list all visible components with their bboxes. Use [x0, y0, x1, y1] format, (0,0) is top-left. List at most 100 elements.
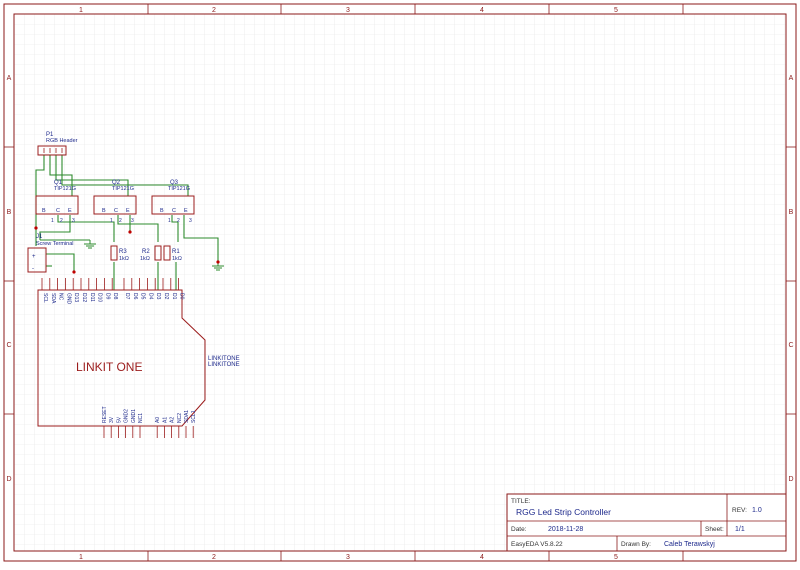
u1-top-pin-label: D6: [132, 293, 138, 300]
row-label-d: D: [6, 476, 11, 483]
j1-ref: J1: [36, 234, 43, 240]
row-label-c-right: C: [788, 342, 793, 349]
grid-area: [14, 14, 786, 551]
u1-top-pin-label: D11: [89, 293, 95, 302]
q2-pin-num-1: 1: [110, 218, 113, 224]
junction-dot: [128, 230, 132, 234]
r3-value: 1kΩ: [119, 256, 129, 262]
u1-top-pin-label: D8: [112, 293, 118, 300]
row-labels-right: A B C D: [788, 75, 793, 483]
junction-dot: [72, 270, 76, 274]
row-label-a: A: [7, 75, 12, 82]
title-value: RGG Led Strip Controller: [516, 507, 611, 517]
junction-dot: [216, 260, 220, 264]
q1-name: TIP121G: [54, 186, 76, 192]
col-label-2-bottom: 2: [212, 554, 216, 561]
q2-name: TIP121G: [112, 186, 134, 192]
q2-pin-num-2: 2: [119, 218, 122, 224]
drawn-by-label: Drawn By:: [621, 541, 651, 548]
j1-name: Screw Terminal: [36, 241, 74, 247]
column-labels-top: 1 2 3 4 5: [79, 7, 618, 14]
r2-value: 1kΩ: [140, 256, 150, 262]
u1-name-2: LINKITONE: [208, 362, 240, 368]
q1-pin-num-1: 1: [51, 218, 54, 224]
r3-ref: R3: [119, 249, 127, 255]
q3-name: TIP121G: [168, 186, 190, 192]
title-label: TITLE:: [511, 498, 531, 505]
u1-top-pin-label: NC: [58, 293, 64, 301]
u1-bottom-pin-label: NC2: [177, 413, 183, 423]
j1-minus: -: [32, 266, 34, 272]
col-label-1-bottom: 1: [79, 554, 83, 561]
title-block: TITLE: RGG Led Strip Controller REV: 1.0…: [506, 493, 787, 552]
sheet-value: 1/1: [735, 526, 745, 533]
u1-top-pin-label: D4: [147, 293, 153, 300]
schematic-sheet: 1 2 3 4 5 1 2 3 4 5 A B C D A B C D P1 R…: [0, 0, 800, 565]
row-label-b-right: B: [789, 209, 794, 216]
row-label-a-right: A: [789, 75, 794, 82]
row-label-c: C: [6, 342, 11, 349]
date-label: Date:: [511, 526, 527, 533]
u1-top-pin-label: D5: [140, 293, 146, 300]
u1-bottom-pin-label: A1: [162, 417, 168, 423]
q2-pin-b: B: [102, 208, 106, 214]
u1-top-pin-label: D3: [155, 293, 161, 300]
u1-bottom-pin-label: GND1: [131, 409, 137, 423]
u1-bottom-pin-label: A2: [170, 417, 176, 423]
q3-pin-b: B: [160, 208, 164, 214]
u1-bottom-pin-label: RESET: [102, 406, 108, 423]
u1-top-pin-label: D0: [179, 293, 185, 300]
u1-bottom-pin-label: SCL1: [191, 410, 197, 423]
u1-top-pin-label: D12: [81, 293, 87, 302]
col-label-2: 2: [212, 7, 216, 14]
row-labels-left: A B C D: [6, 75, 11, 483]
q1-pin-c: C: [56, 208, 60, 214]
q1-pin-num-2: 2: [60, 218, 63, 224]
rev-value: 1.0: [752, 507, 762, 514]
column-labels-bottom: 1 2 3 4 5: [79, 554, 618, 561]
tool-version: EasyEDA V5.8.22: [511, 541, 563, 548]
r1-ref: R1: [172, 249, 180, 255]
q2-pin-e: E: [126, 208, 130, 214]
u1-top-pin-label: D10: [97, 293, 103, 302]
q3-pin-num-2: 2: [177, 218, 180, 224]
col-label-4-bottom: 4: [480, 554, 484, 561]
p1-name: RGB Header: [46, 138, 78, 144]
u1-bottom-pin-label: GND2: [124, 409, 130, 423]
u1-top-pin-label: D2: [163, 293, 169, 300]
q3-pin-num-3: 3: [189, 218, 192, 224]
u1-bottom-pin-label: 3V: [109, 416, 115, 423]
col-label-3-bottom: 3: [346, 554, 350, 561]
q1-pin-b: B: [42, 208, 46, 214]
row-label-b: B: [7, 209, 12, 216]
col-label-4: 4: [480, 7, 484, 14]
drawn-by-value: Caleb Terawskyj: [664, 541, 715, 548]
q2-pin-c: C: [114, 208, 118, 214]
row-label-d-right: D: [788, 476, 793, 483]
u1-top-pin-label: D13: [73, 293, 79, 302]
q3-pin-e: E: [184, 208, 188, 214]
u1-bottom-pin-label: NC1: [138, 413, 144, 423]
u1-top-pin-label: D1: [171, 293, 177, 300]
junction-dot: [34, 226, 38, 230]
r2-ref: R2: [142, 249, 150, 255]
sheet-label: Sheet:: [705, 526, 724, 533]
q1-pin-e: E: [68, 208, 72, 214]
u1-label: LINKIT ONE: [76, 360, 142, 374]
q1-pin-num-3: 3: [72, 218, 75, 224]
col-label-1: 1: [79, 7, 83, 14]
rev-label: REV:: [732, 507, 747, 514]
q2-pin-num-3: 3: [131, 218, 134, 224]
u1-bottom-pin-label: A0: [155, 417, 161, 423]
schematic-canvas: 1 2 3 4 5 1 2 3 4 5 A B C D A B C D P1 R…: [3, 3, 797, 562]
u1-bottom-pin-label: 5V: [116, 416, 122, 423]
col-label-5: 5: [614, 7, 618, 14]
u1-top-pin-label: SCL: [42, 293, 48, 303]
q3-pin-c: C: [172, 208, 176, 214]
j1-plus: +: [32, 254, 36, 260]
u1-top-pin-label: SDA: [50, 293, 56, 304]
r1-value: 1kΩ: [172, 256, 182, 262]
u1-bottom-pin-label: SDA1: [184, 410, 190, 423]
col-label-3: 3: [346, 7, 350, 14]
col-label-5-bottom: 5: [614, 554, 618, 561]
